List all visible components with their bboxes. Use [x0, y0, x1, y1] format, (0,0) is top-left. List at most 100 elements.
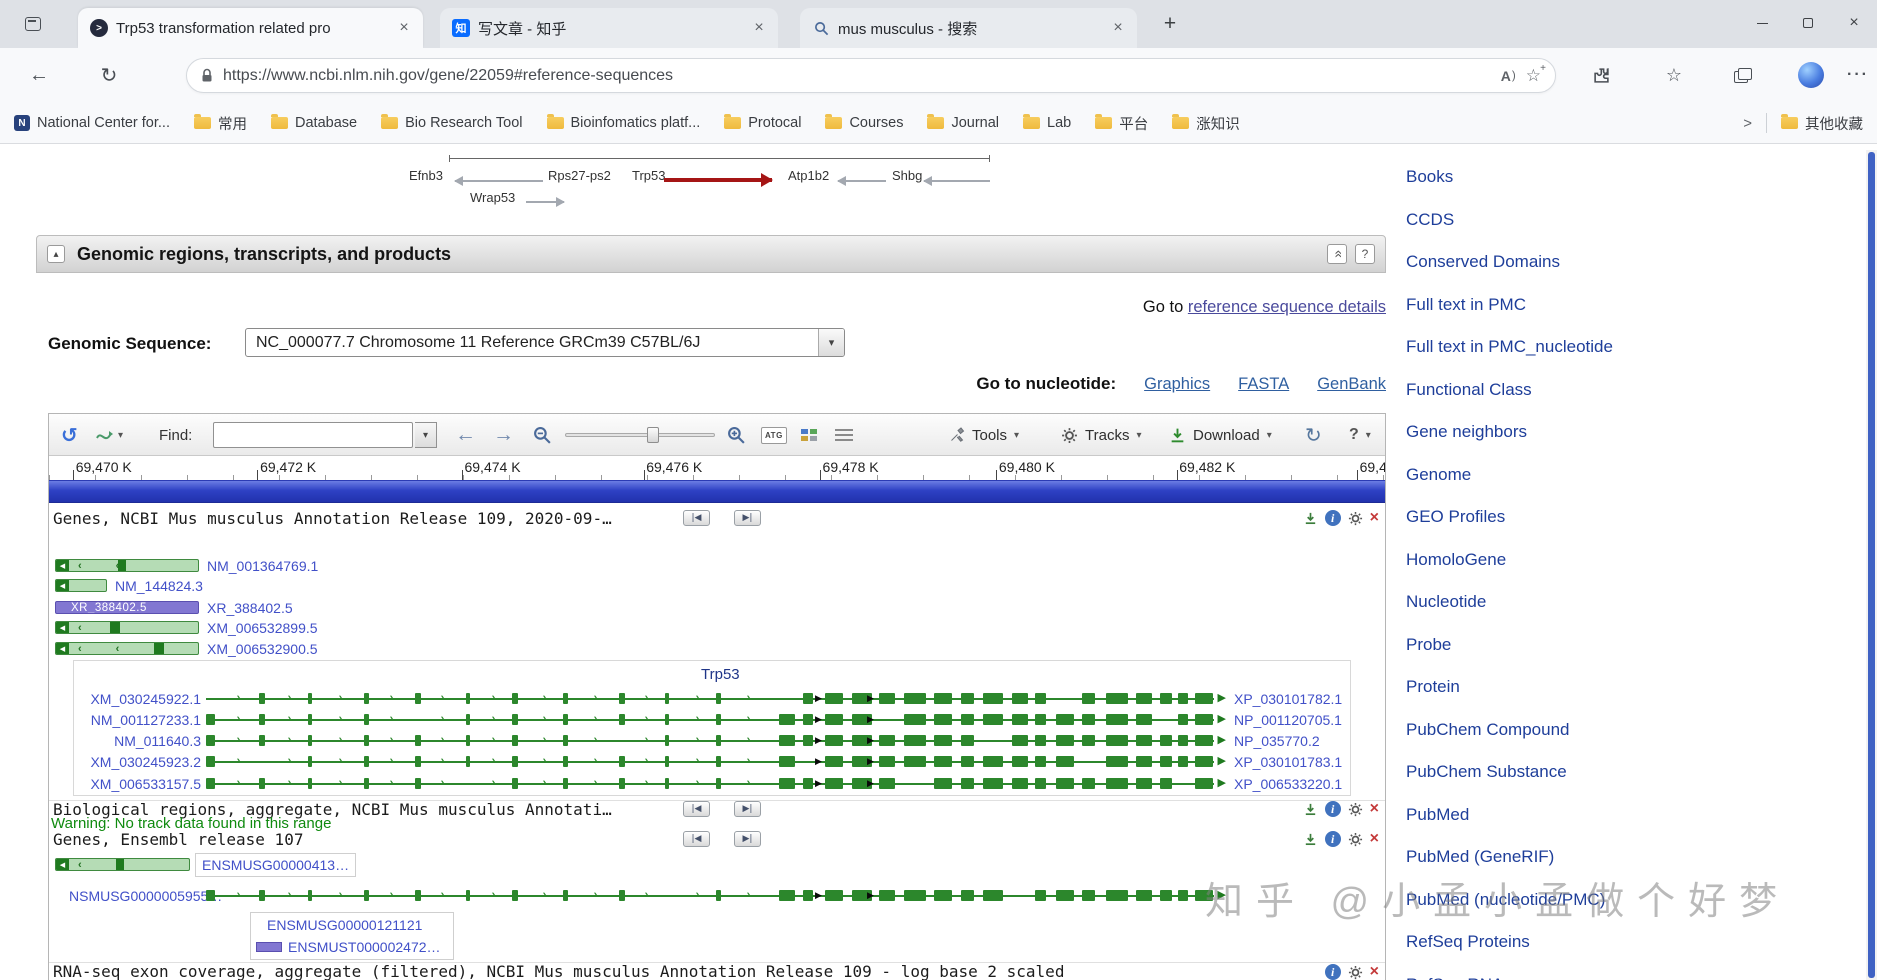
- sidebar-link[interactable]: Functional Class: [1406, 380, 1532, 400]
- tools-menu-button[interactable]: Tools ▾: [941, 420, 1027, 450]
- track-close-icon[interactable]: ×: [1370, 801, 1379, 817]
- back-button[interactable]: ←: [24, 60, 54, 90]
- bookmark-ncbi[interactable]: N National Center for...: [14, 115, 170, 131]
- gene-model-label[interactable]: XM_006532899.5: [207, 620, 318, 636]
- track-close-icon[interactable]: ×: [1370, 510, 1379, 526]
- transcript-label[interactable]: NM_011640.3: [89, 733, 201, 749]
- track-page-start-button[interactable]: |◀: [683, 831, 710, 847]
- gene-label-wrap53[interactable]: Wrap53: [470, 190, 515, 205]
- pan-history-icon[interactable]: ▾: [95, 414, 123, 456]
- pan-left-button[interactable]: ←: [455, 414, 476, 456]
- transcript-structure[interactable]: › › › › › › › › › › › ▶ ▶ ▶: [206, 733, 1226, 748]
- zoom-out-button[interactable]: [533, 414, 552, 456]
- bookmark-folder-zhangzhishi[interactable]: 涨知识: [1172, 113, 1240, 134]
- track-page-end-button[interactable]: ▶|: [734, 801, 761, 817]
- refresh-button[interactable]: ↻: [94, 60, 124, 90]
- bookmark-folder-pingtai[interactable]: 平台: [1095, 113, 1148, 134]
- track-settings-icon[interactable]: [1348, 511, 1363, 526]
- gene-label-shbg[interactable]: Shbg: [892, 168, 922, 183]
- sidebar-link[interactable]: Nucleotide: [1406, 592, 1486, 612]
- tab-close-icon[interactable]: ×: [1107, 17, 1129, 39]
- transcript-label[interactable]: XM_030245923.2: [89, 754, 201, 770]
- track-settings-icon[interactable]: [1348, 832, 1363, 847]
- gene-label-atp1b2[interactable]: Atp1b2: [788, 168, 829, 183]
- section-help-button[interactable]: ?: [1355, 244, 1375, 264]
- track-download-icon[interactable]: [1303, 802, 1318, 817]
- new-tab-button[interactable]: +: [1156, 11, 1184, 37]
- maximize-button[interactable]: [1785, 0, 1831, 46]
- track-header-ncbi-genes[interactable]: Genes, NCBI Mus musculus Annotation Rele…: [49, 509, 1385, 528]
- tab-actions-button[interactable]: [18, 12, 48, 36]
- genbank-link[interactable]: GenBank: [1317, 375, 1386, 394]
- sidebar-link[interactable]: Genome: [1406, 465, 1471, 485]
- protein-label[interactable]: NP_001120705.1: [1234, 712, 1342, 728]
- transcript-label[interactable]: XM_030245922.1: [89, 691, 201, 707]
- add-favorite-icon[interactable]: ☆ +: [1526, 63, 1546, 86]
- tab-search[interactable]: mus musculus - 搜索 ×: [800, 8, 1137, 48]
- ensembl-gene-label[interactable]: ENSMUSG00000121121: [267, 917, 422, 933]
- zoom-in-button[interactable]: [727, 414, 746, 456]
- page-scrollbar[interactable]: [1866, 150, 1877, 980]
- sidebar-link[interactable]: CCDS: [1406, 210, 1454, 230]
- sidebar-link[interactable]: HomoloGene: [1406, 550, 1506, 570]
- find-input[interactable]: [213, 422, 413, 448]
- fasta-link[interactable]: FASTA: [1238, 375, 1289, 394]
- transcript-structure[interactable]: › › › › › › › › › › › ▶ ▶ ▶: [206, 776, 1226, 791]
- sidebar-link[interactable]: PubChem Substance: [1406, 762, 1567, 782]
- gene-label-rps27ps2[interactable]: Rps27-ps2: [548, 168, 611, 183]
- bookmarks-overflow-chevron[interactable]: >: [1743, 115, 1752, 132]
- transcript-structure[interactable]: › › › › › › › › › › › ▶ ▶ ▶: [206, 712, 1226, 727]
- extensions-icon[interactable]: [1586, 60, 1616, 90]
- tab-close-icon[interactable]: ×: [748, 17, 770, 39]
- bookmark-folder-courses[interactable]: Courses: [825, 114, 903, 131]
- track-close-icon[interactable]: ×: [1370, 831, 1379, 847]
- ensembl-gene-bar[interactable]: ◀‹‹: [55, 858, 190, 871]
- sidebar-link[interactable]: Full text in PMC_nucleotide: [1406, 337, 1613, 357]
- profile-avatar[interactable]: [1796, 60, 1826, 90]
- undo-icon[interactable]: ↺: [61, 414, 78, 456]
- scroll-to-top-button[interactable]: »: [1327, 244, 1347, 264]
- sidebar-link[interactable]: Probe: [1406, 635, 1451, 655]
- track-info-icon[interactable]: i: [1324, 510, 1341, 526]
- genomic-sequence-select[interactable]: NC_000077.7 Chromosome 11 Reference GRCm…: [245, 328, 845, 357]
- track-page-start-button[interactable]: |◀: [683, 801, 710, 817]
- track-header-ensembl[interactable]: Genes, Ensembl release 107: [49, 830, 1385, 849]
- gene-symbol-label[interactable]: Trp53: [701, 666, 740, 683]
- gene-model-bar[interactable]: ◀‹‹: [55, 642, 199, 655]
- bookmark-folder-lab[interactable]: Lab: [1023, 114, 1071, 131]
- tab-ncbi-trp53[interactable]: > Trp53 transformation related pro ×: [78, 8, 423, 48]
- sidebar-link[interactable]: Full text in PMC: [1406, 295, 1526, 315]
- gene-model-label[interactable]: NM_001364769.1: [207, 558, 318, 574]
- gene-model-bar[interactable]: ◀‹‹: [55, 621, 199, 634]
- gene-model-bar[interactable]: ◀: [55, 579, 107, 592]
- zoom-slider[interactable]: [565, 427, 715, 443]
- gene-model-bar[interactable]: ◀‹‹: [55, 559, 199, 572]
- settings-menu-icon[interactable]: ···: [1843, 60, 1873, 90]
- protein-label[interactable]: XP_006533220.1: [1234, 776, 1342, 792]
- bookmark-folder-journal[interactable]: Journal: [927, 114, 999, 131]
- panels-config-button[interactable]: [801, 414, 817, 456]
- gene-model-label[interactable]: XM_006532900.5: [207, 641, 318, 657]
- bookmark-folder-bio-research-tool[interactable]: Bio Research Tool: [381, 114, 523, 131]
- refseq-details-link[interactable]: reference sequence details: [1188, 298, 1386, 316]
- transcript-label[interactable]: XM_006533157.5: [89, 776, 201, 792]
- protein-label[interactable]: XP_030101783.1: [1234, 754, 1342, 770]
- bookmark-folder-database[interactable]: Database: [271, 114, 357, 131]
- protein-label[interactable]: NP_035770.2: [1234, 733, 1320, 749]
- sidebar-link[interactable]: Books: [1406, 167, 1453, 187]
- zoom-to-sequence-button[interactable]: ATG: [761, 414, 787, 456]
- sidebar-link[interactable]: RefSeq Proteins: [1406, 932, 1530, 952]
- transcript-structure[interactable]: › › › › › › › › › › › ▶ ▶ ▶: [206, 754, 1226, 769]
- sidebar-link[interactable]: Gene neighbors: [1406, 422, 1527, 442]
- track-page-end-button[interactable]: ▶|: [734, 510, 761, 526]
- refresh-view-button[interactable]: ↻: [1305, 414, 1322, 456]
- sidebar-link[interactable]: PubMed: [1406, 805, 1469, 825]
- track-close-icon[interactable]: ×: [1370, 964, 1379, 980]
- tracks-menu-button[interactable]: Tracks ▾: [1053, 420, 1149, 450]
- sidebar-link[interactable]: PubMed (GeneRIF): [1406, 847, 1554, 867]
- track-settings-icon[interactable]: [1348, 965, 1363, 980]
- track-page-start-button[interactable]: |◀: [683, 510, 710, 526]
- bookmark-folder-protocal[interactable]: Protocal: [724, 114, 801, 131]
- ensembl-gene-label[interactable]: ENSMUSG00000413…: [202, 857, 349, 873]
- gene-model-label[interactable]: NM_144824.3: [115, 578, 203, 594]
